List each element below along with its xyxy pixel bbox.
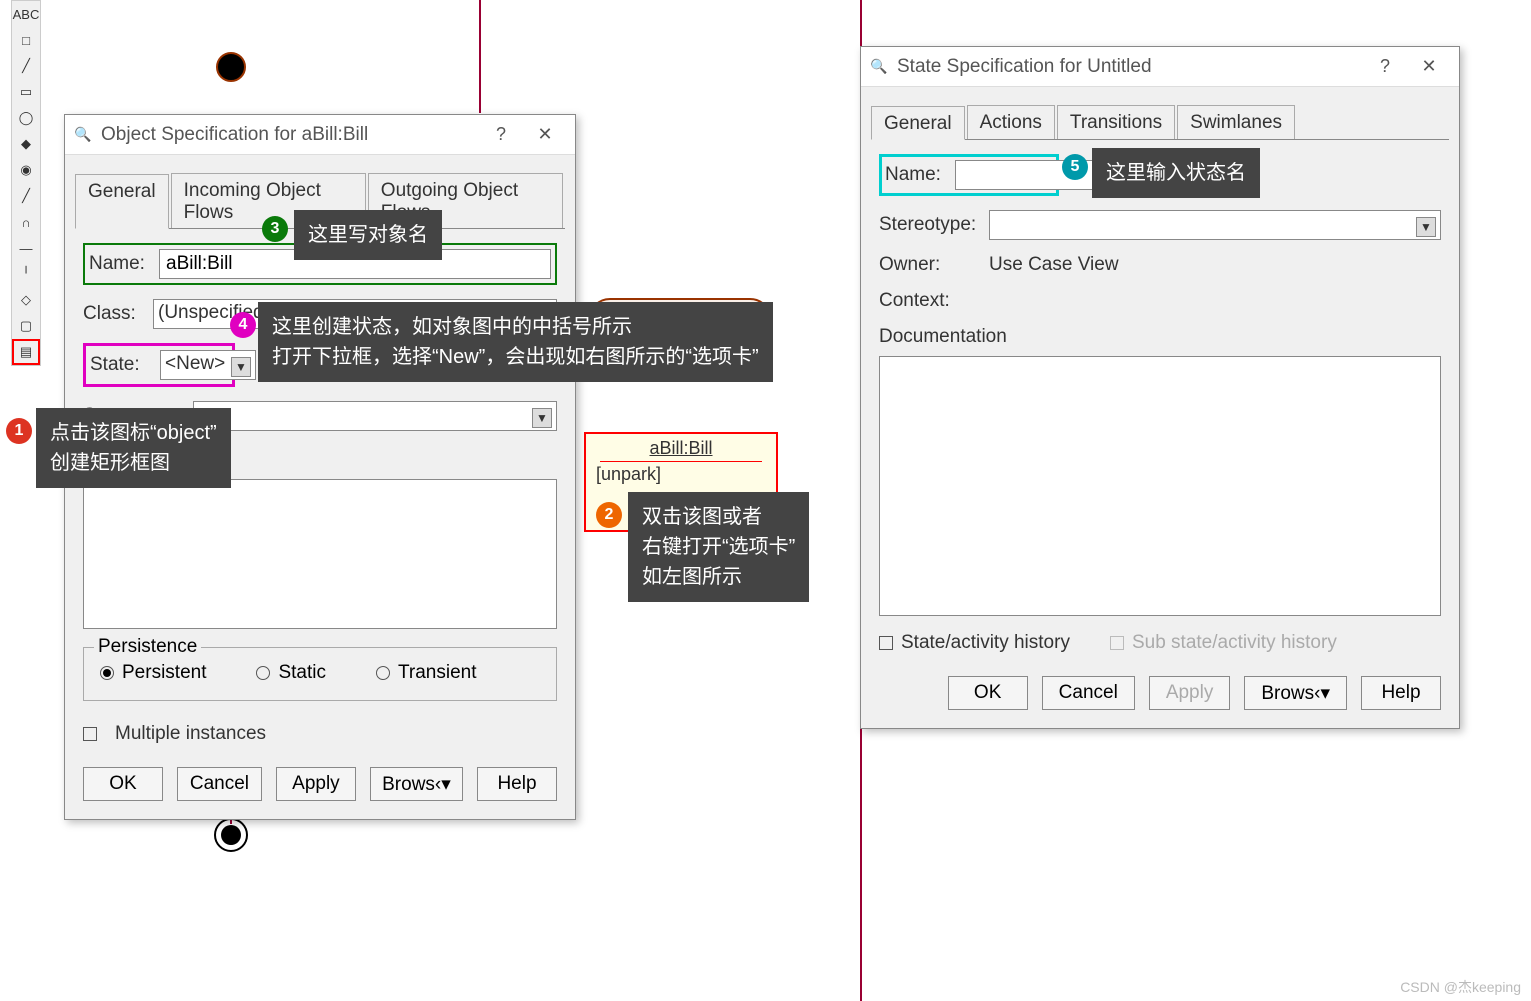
tool-decision-icon[interactable]: ◇: [12, 287, 40, 313]
stereotype-label: Stereotype:: [879, 214, 979, 236]
owner-label: Owner:: [879, 254, 979, 276]
tool-activity-icon[interactable]: ◯: [12, 105, 40, 131]
titlebar[interactable]: 🔍 Object Specification for aBill:Bill ? …: [65, 115, 575, 155]
annotation-2: 双击该图或者 右键打开“选项卡” 如左图所示: [628, 492, 809, 602]
badge-4: 4: [230, 312, 256, 338]
tool-hsync-icon[interactable]: —: [12, 235, 40, 261]
ok-button[interactable]: OK: [948, 676, 1028, 710]
annotation-3: 这里写对象名: [294, 210, 442, 260]
chk-state-history[interactable]: [879, 636, 893, 650]
object-title: aBill:Bill: [600, 434, 762, 462]
dialog-title: Object Specification for aBill:Bill: [101, 124, 368, 146]
close-icon[interactable]: ✕: [523, 119, 567, 151]
end-node[interactable]: [214, 818, 248, 852]
ok-button[interactable]: OK: [83, 767, 163, 801]
annotation-5: 这里输入状态名: [1092, 148, 1260, 198]
tab-swimlanes[interactable]: Swimlanes: [1177, 105, 1295, 139]
swimlane-divider-1: [479, 0, 481, 113]
radio-static[interactable]: Static: [256, 662, 326, 684]
tool-vsync-icon[interactable]: ╵: [12, 261, 40, 287]
tool-end-icon[interactable]: ◉: [12, 157, 40, 183]
close-icon[interactable]: ✕: [1407, 51, 1451, 83]
tool-state-icon[interactable]: ▭: [12, 79, 40, 105]
start-node[interactable]: [216, 52, 246, 82]
annotation-1: 点击该图标“object” 创建矩形框图: [36, 408, 231, 488]
name-label: Name:: [885, 164, 945, 186]
tool-selftrans-icon[interactable]: ∩: [12, 209, 40, 235]
radio-transient[interactable]: Transient: [376, 662, 477, 684]
tool-text-icon[interactable]: ABC: [12, 1, 40, 27]
badge-2: 2: [596, 502, 622, 528]
context-label: Context:: [879, 290, 950, 312]
owner-value: Use Case View: [989, 254, 1119, 276]
tool-start-icon[interactable]: ◆: [12, 131, 40, 157]
tool-palette: ABC □ ╱ ▭ ◯ ◆ ◉ ╱ ∩ — ╵ ◇ ▢ ▤: [11, 0, 41, 366]
tool-transition-icon[interactable]: ╱: [12, 183, 40, 209]
multiple-checkbox[interactable]: [83, 727, 97, 741]
tab-actions[interactable]: Actions: [967, 105, 1055, 139]
annotation-4: 这里创建状态，如对象图中的中括号所示 打开下拉框，选择“New”，会出现如右图所…: [258, 302, 773, 382]
object-state: [unpark]: [586, 462, 776, 487]
help-button[interactable]: Help: [477, 767, 557, 801]
documentation-textarea[interactable]: [879, 356, 1441, 616]
dialog-title: State Specification for Untitled: [897, 56, 1152, 78]
persistence-group: Persistence Persistent Static Transient: [83, 647, 557, 701]
class-label: Class:: [83, 303, 143, 325]
stereotype-combo[interactable]: [193, 401, 557, 431]
titlebar[interactable]: 🔍 State Specification for Untitled ? ✕: [861, 47, 1459, 87]
multiple-label: Multiple instances: [115, 723, 266, 745]
cancel-button[interactable]: Cancel: [1042, 676, 1135, 710]
chk-substate-history: [1110, 636, 1124, 650]
stereotype-combo[interactable]: [989, 210, 1441, 240]
doc-label: Documentation: [879, 326, 1007, 348]
badge-5: 5: [1062, 154, 1088, 180]
state-label: State:: [90, 354, 150, 376]
tab-general[interactable]: General: [871, 106, 965, 140]
tool-note-icon[interactable]: □: [12, 27, 40, 53]
radio-persistent[interactable]: Persistent: [100, 662, 206, 684]
magnifier-icon: 🔍: [869, 57, 889, 77]
tab-transitions[interactable]: Transitions: [1057, 105, 1175, 139]
help-title-button[interactable]: ?: [479, 119, 523, 151]
documentation-textarea[interactable]: [83, 479, 557, 629]
magnifier-icon: 🔍: [73, 125, 93, 145]
apply-button[interactable]: Apply: [276, 767, 356, 801]
apply-button: Apply: [1149, 676, 1231, 710]
tabs: General Actions Transitions Swimlanes: [871, 105, 1449, 140]
tab-general[interactable]: General: [75, 174, 169, 229]
persistence-legend: Persistence: [94, 636, 201, 658]
tool-anchor-icon[interactable]: ╱: [12, 53, 40, 79]
tool-object-icon[interactable]: ▤: [12, 339, 40, 365]
name-label: Name:: [89, 253, 149, 275]
watermark: CSDN @杰keeping: [1400, 977, 1521, 997]
tool-swimlane-icon[interactable]: ▢: [12, 313, 40, 339]
help-button[interactable]: Help: [1361, 676, 1441, 710]
badge-3: 3: [262, 216, 288, 242]
cancel-button[interactable]: Cancel: [177, 767, 262, 801]
help-title-button[interactable]: ?: [1363, 51, 1407, 83]
browse-button[interactable]: Brows‹▾: [1244, 676, 1347, 710]
badge-1: 1: [6, 418, 32, 444]
browse-button[interactable]: Brows‹▾: [370, 767, 463, 801]
state-combo[interactable]: <New>: [160, 350, 256, 380]
